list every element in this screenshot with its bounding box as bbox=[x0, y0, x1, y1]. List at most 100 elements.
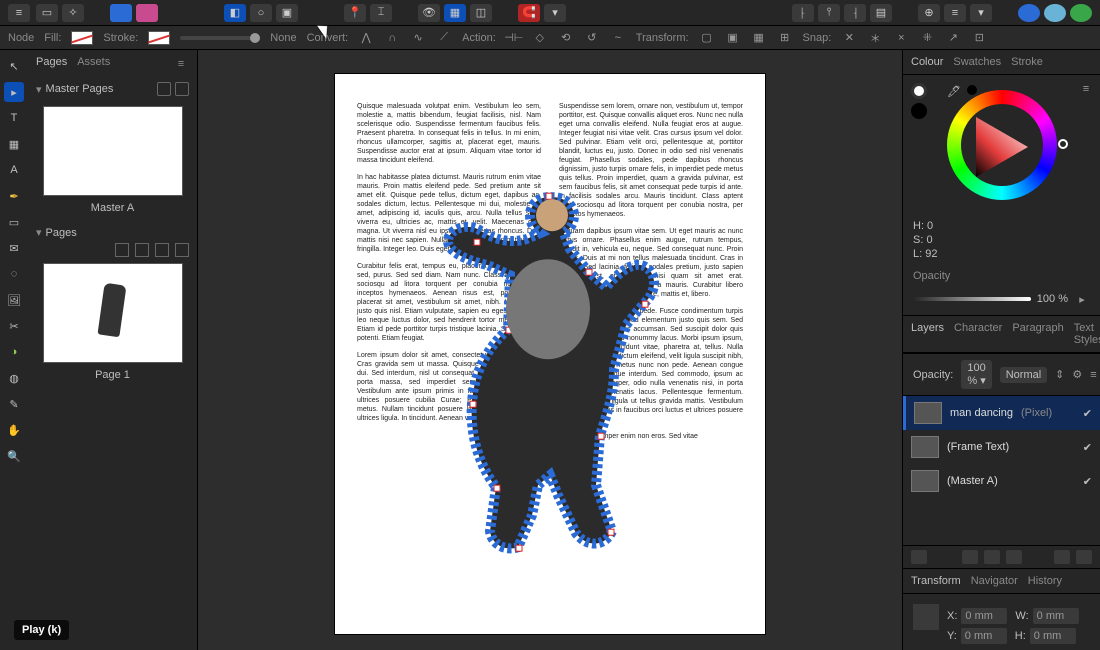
master-add-icon[interactable] bbox=[157, 82, 171, 96]
arrange-icon[interactable]: ▤ bbox=[870, 4, 892, 22]
transform-mode3-icon[interactable]: ▦ bbox=[751, 30, 767, 46]
convert-line-icon[interactable]: ⟋ bbox=[436, 30, 452, 46]
panel-menu-icon[interactable]: ≡ bbox=[173, 56, 189, 72]
asset-tool-icon[interactable]: ◌ bbox=[4, 264, 24, 284]
insert-icon[interactable]: ⊕ bbox=[918, 4, 940, 22]
opacity-stepper-icon[interactable]: ▸ bbox=[1074, 291, 1090, 307]
align-left-icon[interactable]: ⸠ bbox=[792, 4, 814, 22]
transform-x-field[interactable]: 0 mm bbox=[961, 608, 1007, 624]
picture-frame-tool-icon[interactable]: ✉ bbox=[4, 238, 24, 258]
tab-character[interactable]: Character bbox=[954, 322, 1002, 346]
action-close-icon[interactable]: ◇ bbox=[532, 30, 548, 46]
snap-6-icon[interactable]: ⊡ bbox=[971, 30, 987, 46]
eyedropper-icon[interactable]: 🖊 bbox=[947, 85, 961, 98]
colour-wheel[interactable]: 🖊 ≡ bbox=[903, 75, 1100, 215]
master-pages-section[interactable]: Master Pages bbox=[28, 78, 197, 100]
layer-row[interactable]: man dancing (Pixel)✔ bbox=[903, 396, 1100, 430]
transparency-tool-icon[interactable]: ◍ bbox=[4, 368, 24, 388]
snap-3-icon[interactable]: × bbox=[893, 30, 909, 46]
tab-navigator[interactable]: Navigator bbox=[971, 575, 1018, 587]
place-tool-icon[interactable]: 🖼 bbox=[4, 290, 24, 310]
convert-smooth-icon[interactable]: ∩ bbox=[384, 30, 400, 46]
colour-none-icon[interactable] bbox=[967, 85, 977, 95]
tab-stroke[interactable]: Stroke bbox=[1011, 56, 1043, 68]
tab-transform[interactable]: Transform bbox=[911, 575, 961, 587]
convert-smart-icon[interactable]: ∿ bbox=[410, 30, 426, 46]
snapping-menu-icon[interactable]: ▾ bbox=[544, 4, 566, 22]
page-delete-icon[interactable] bbox=[175, 243, 189, 257]
snapping-toggle-icon[interactable]: 🧲 bbox=[518, 4, 540, 22]
master-thumbnail[interactable] bbox=[43, 106, 183, 196]
transform-w-field[interactable]: 0 mm bbox=[1033, 608, 1079, 624]
stroke-swatch[interactable] bbox=[148, 31, 170, 45]
preview-icon[interactable]: 👁 bbox=[418, 4, 440, 22]
tab-textstyles[interactable]: Text Styles bbox=[1074, 322, 1100, 346]
pages-section[interactable]: Pages bbox=[28, 222, 197, 243]
blend-mode-dropdown[interactable]: Normal bbox=[1000, 367, 1047, 383]
transform-mode4-icon[interactable]: ⊞ bbox=[777, 30, 793, 46]
layer-opacity-dropdown[interactable]: 100 % ▾ bbox=[961, 360, 991, 389]
node-tool-icon[interactable]: ▸ bbox=[4, 82, 24, 102]
app-menu-icon[interactable]: ≡ bbox=[8, 4, 30, 22]
textwrap-inside-icon[interactable]: ▣ bbox=[276, 4, 298, 22]
snap-5-icon[interactable]: ↗ bbox=[945, 30, 961, 46]
align-right-icon[interactable]: ⸡ bbox=[844, 4, 866, 22]
layer-row[interactable]: (Master A) ✔ bbox=[903, 464, 1100, 498]
pen-tool-icon[interactable]: ✒ bbox=[4, 186, 24, 206]
add-layer-icon[interactable] bbox=[1054, 550, 1070, 564]
action-break-icon[interactable]: ⊣⊢ bbox=[506, 30, 522, 46]
action-smooth-icon[interactable]: ~ bbox=[610, 30, 626, 46]
layer-visibility-checkbox[interactable]: ✔ bbox=[1083, 475, 1092, 488]
persona-switcher[interactable] bbox=[110, 4, 158, 22]
delete-layer-icon[interactable] bbox=[1076, 550, 1092, 564]
maskrange-icon[interactable] bbox=[911, 550, 927, 564]
pick-stroke-icon[interactable] bbox=[911, 103, 927, 119]
tab-history[interactable]: History bbox=[1028, 575, 1062, 587]
action-join-icon[interactable]: ⟲ bbox=[558, 30, 574, 46]
doc-new-icon[interactable]: ✧ bbox=[62, 4, 84, 22]
layer-row[interactable]: (Frame Text) ✔ bbox=[903, 430, 1100, 464]
document-page[interactable]: Quisque malesuada volutpat enim. Vestibu… bbox=[335, 74, 765, 634]
artistic-text-tool-icon[interactable]: T bbox=[4, 108, 24, 128]
page-single-icon[interactable] bbox=[135, 243, 149, 257]
adjustment-icon[interactable] bbox=[962, 550, 978, 564]
tab-colour[interactable]: Colour bbox=[911, 56, 943, 68]
tab-paragraph[interactable]: Paragraph bbox=[1012, 322, 1063, 346]
blend-stepper-icon[interactable]: ⇕ bbox=[1055, 367, 1064, 383]
action-reverse-icon[interactable]: ↺ bbox=[584, 30, 600, 46]
transform-y-field[interactable]: 0 mm bbox=[961, 628, 1007, 644]
eyedropper-tool-icon[interactable]: ✎ bbox=[4, 394, 24, 414]
table-tool-icon[interactable]: ▦ bbox=[4, 134, 24, 154]
tab-layers[interactable]: Layers bbox=[911, 322, 944, 346]
transform-mode1-icon[interactable]: ▢ bbox=[699, 30, 715, 46]
transform-h-field[interactable]: 0 mm bbox=[1030, 628, 1076, 644]
zoom-tool-icon[interactable]: 🔍 bbox=[4, 446, 24, 466]
page-add-icon[interactable] bbox=[155, 243, 169, 257]
stroke-width-slider[interactable] bbox=[180, 36, 260, 40]
split-view-icon[interactable]: ◫ bbox=[470, 4, 492, 22]
page-thumbnail[interactable] bbox=[43, 263, 183, 363]
baseline-icon[interactable]: ⌶ bbox=[370, 4, 392, 22]
transform-mode2-icon[interactable]: ▣ bbox=[725, 30, 741, 46]
account-icon[interactable] bbox=[1018, 4, 1040, 22]
layer-cog-icon[interactable]: ⚙ bbox=[1072, 367, 1082, 383]
doc-icon[interactable]: ▭ bbox=[36, 4, 58, 22]
master-delete-icon[interactable] bbox=[175, 82, 189, 96]
snap-2-icon[interactable]: ＊ bbox=[867, 30, 883, 46]
store-icon[interactable] bbox=[1044, 4, 1066, 22]
help-icon[interactable] bbox=[1070, 4, 1092, 22]
page-spread-icon[interactable] bbox=[115, 243, 129, 257]
colour-menu-icon[interactable]: ≡ bbox=[1078, 81, 1094, 97]
shape-tool-icon[interactable]: ▭ bbox=[4, 212, 24, 232]
clip-canvas-icon[interactable]: ▦ bbox=[444, 4, 466, 22]
pick-fill-icon[interactable] bbox=[911, 83, 927, 99]
move-tool-icon[interactable]: ↖ bbox=[4, 56, 24, 76]
fill-tool-icon[interactable]: ◑ bbox=[4, 342, 24, 362]
photo-persona-icon[interactable] bbox=[136, 4, 158, 22]
pin-icon[interactable]: 📍 bbox=[344, 4, 366, 22]
textwrap-around-icon[interactable]: ○ bbox=[250, 4, 272, 22]
opacity-slider[interactable] bbox=[913, 297, 1031, 301]
crop-tool-icon[interactable]: ✂ bbox=[4, 316, 24, 336]
snap-4-icon[interactable]: ⁜ bbox=[919, 30, 935, 46]
mask-icon[interactable] bbox=[1006, 550, 1022, 564]
